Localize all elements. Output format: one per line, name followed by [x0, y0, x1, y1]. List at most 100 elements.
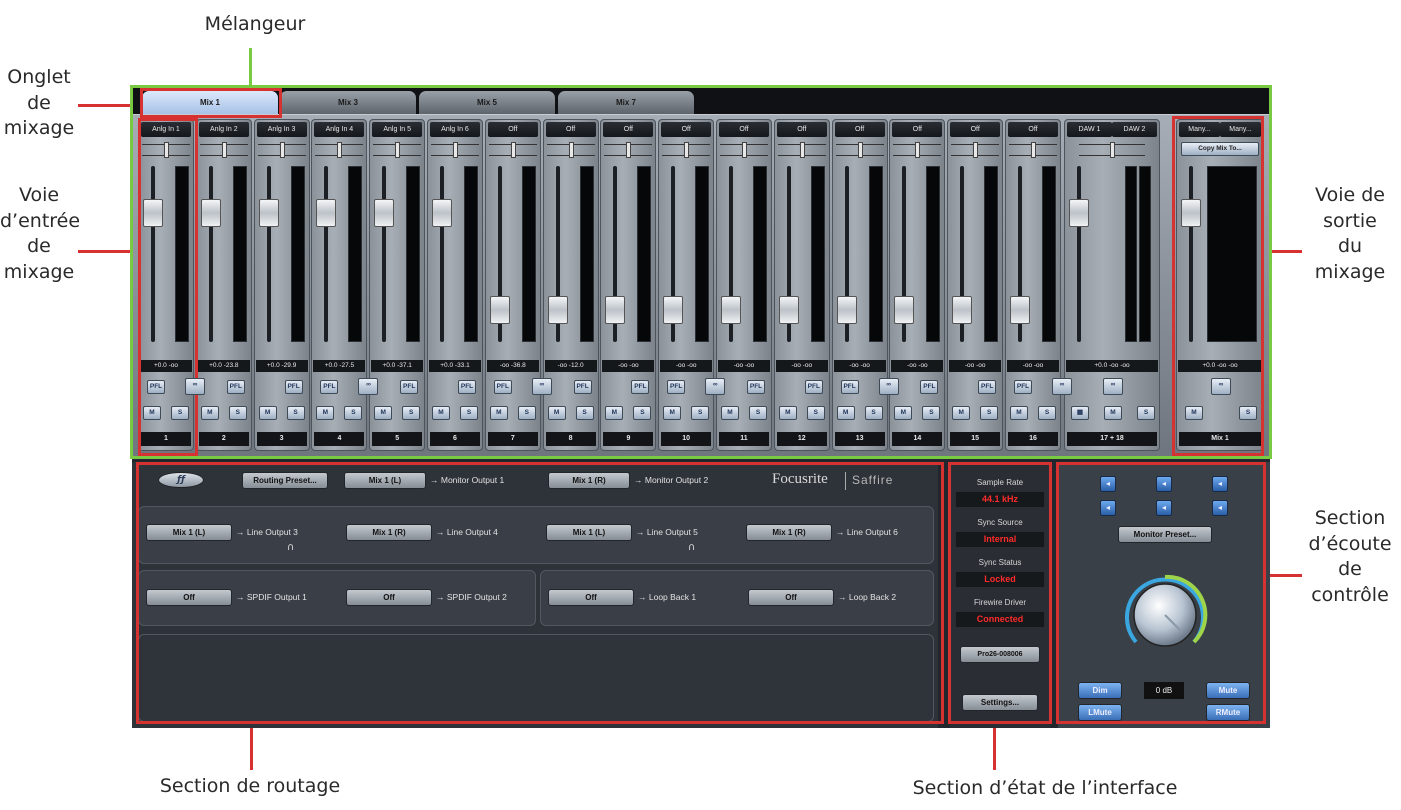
- pan-knob[interactable]: [626, 142, 632, 158]
- mute-button[interactable]: M: [894, 406, 913, 420]
- grid-icon[interactable]: ▦: [1071, 406, 1089, 420]
- solo-button[interactable]: S: [575, 406, 594, 420]
- mute-button[interactable]: M: [200, 406, 219, 420]
- pan-slider[interactable]: [1079, 142, 1145, 158]
- mute-button[interactable]: M: [952, 406, 971, 420]
- mute-button[interactable]: M: [1185, 406, 1203, 420]
- fader-handle[interactable]: [663, 296, 684, 325]
- pfl-button[interactable]: PFL: [840, 380, 859, 394]
- channel-source-select[interactable]: Off: [834, 122, 885, 137]
- solo-button[interactable]: S: [228, 406, 247, 420]
- tab-mix-3[interactable]: Mix 3: [280, 91, 416, 114]
- channel-source-select[interactable]: Anlg In 5: [372, 122, 423, 137]
- pan-knob[interactable]: [1031, 142, 1036, 158]
- pfl-button[interactable]: PFL: [458, 380, 476, 394]
- mute-button[interactable]: M: [489, 406, 508, 420]
- solo-button[interactable]: S: [1137, 406, 1155, 420]
- pan-slider[interactable]: [373, 142, 422, 158]
- mute-button[interactable]: M: [836, 406, 855, 420]
- settings-button[interactable]: Settings...: [962, 694, 1038, 711]
- pfl-button[interactable]: PFL: [667, 380, 686, 394]
- solo-button[interactable]: S: [286, 406, 305, 420]
- sample-rate-value[interactable]: 44.1 kHz: [956, 492, 1044, 507]
- pfl-button[interactable]: PFL: [400, 380, 419, 394]
- pfl-button[interactable]: PFL: [573, 380, 592, 394]
- stereo-link-button[interactable]: ∞: [878, 378, 899, 395]
- mute-button[interactable]: M: [374, 406, 393, 420]
- solo-button[interactable]: S: [171, 406, 189, 420]
- mute-button[interactable]: M: [605, 406, 624, 420]
- pan-knob[interactable]: [799, 142, 805, 158]
- pan-knob[interactable]: [453, 142, 458, 158]
- channel-source-select[interactable]: Off: [1008, 122, 1058, 137]
- stereo-link-button[interactable]: ∞: [185, 378, 205, 395]
- pan-slider[interactable]: [835, 142, 884, 158]
- mix-source-select-2[interactable]: Many...: [1220, 122, 1261, 137]
- fader-handle[interactable]: [836, 296, 857, 325]
- channel-source-select[interactable]: Anlg In 2: [198, 122, 249, 137]
- left-mute-button[interactable]: LMute: [1078, 704, 1122, 721]
- pan-slider[interactable]: [777, 142, 826, 158]
- fader-handle[interactable]: [200, 198, 221, 227]
- mute-button[interactable]: M: [1010, 406, 1028, 420]
- solo-button[interactable]: S: [691, 406, 710, 420]
- pan-knob[interactable]: [1110, 142, 1115, 158]
- pan-slider[interactable]: [315, 142, 364, 158]
- line-output-5-source[interactable]: Mix 1 (L): [546, 524, 632, 541]
- copy-mix-to-button[interactable]: Copy Mix To...: [1181, 142, 1259, 156]
- fader-handle[interactable]: [605, 296, 626, 325]
- pan-knob[interactable]: [684, 142, 690, 158]
- pfl-button[interactable]: PFL: [1014, 380, 1032, 394]
- pfl-button[interactable]: PFL: [804, 380, 823, 394]
- pfl-button[interactable]: PFL: [493, 380, 512, 394]
- monitor-4-button[interactable]: ◂: [1100, 500, 1116, 516]
- stereo-link-button[interactable]: ∞: [1211, 378, 1231, 395]
- channel-source-select[interactable]: Off: [892, 122, 943, 137]
- pan-knob[interactable]: [164, 142, 169, 158]
- channel-source-select[interactable]: Anlg In 4: [314, 122, 365, 137]
- tab-mix-1[interactable]: Mix 1: [142, 91, 278, 114]
- pan-knob[interactable]: [973, 142, 979, 158]
- channel-source-select[interactable]: Anlg In 1: [141, 122, 191, 137]
- dim-button[interactable]: Dim: [1078, 682, 1122, 699]
- stereo-link-button[interactable]: ∞: [531, 378, 552, 395]
- sync-source-value[interactable]: Internal: [956, 532, 1044, 547]
- pan-knob[interactable]: [915, 142, 921, 158]
- mute-button[interactable]: M: [316, 406, 335, 420]
- fader-handle[interactable]: [952, 296, 973, 325]
- pan-knob[interactable]: [510, 142, 516, 158]
- pfl-button[interactable]: PFL: [284, 380, 303, 394]
- pan-slider[interactable]: [1009, 142, 1057, 158]
- mute-button[interactable]: Mute: [1206, 682, 1250, 699]
- channel-source-select[interactable]: Anlg In 3: [256, 122, 307, 137]
- fader-handle[interactable]: [1181, 198, 1201, 227]
- loop-back-1-source[interactable]: Off: [548, 589, 634, 606]
- fader-handle[interactable]: [1069, 198, 1089, 227]
- pan-slider[interactable]: [546, 142, 595, 158]
- monitor-volume-knob[interactable]: [1120, 570, 1210, 660]
- routing-preset-button[interactable]: Routing Preset...: [242, 472, 328, 489]
- fader-handle[interactable]: [316, 198, 337, 227]
- mix-source-select-1[interactable]: Many...: [1179, 122, 1220, 137]
- mute-button[interactable]: M: [1104, 406, 1122, 420]
- pfl-button[interactable]: PFL: [978, 380, 997, 394]
- line-output-3-source[interactable]: Mix 1 (L): [146, 524, 232, 541]
- monitor-output-2-source[interactable]: Mix 1 (R): [548, 472, 630, 489]
- loop-back-2-source[interactable]: Off: [748, 589, 834, 606]
- pan-knob[interactable]: [221, 142, 227, 158]
- fader-handle[interactable]: [1010, 296, 1030, 325]
- mute-button[interactable]: M: [721, 406, 739, 420]
- mute-button[interactable]: M: [258, 406, 277, 420]
- tab-mix-5[interactable]: Mix 5: [419, 91, 555, 114]
- fader-handle[interactable]: [721, 296, 741, 325]
- fader-handle[interactable]: [432, 198, 452, 227]
- stereo-link-button[interactable]: ∞: [1103, 378, 1123, 395]
- solo-button[interactable]: S: [922, 406, 941, 420]
- pan-slider[interactable]: [488, 142, 537, 158]
- stereo-link-button[interactable]: ∞: [705, 378, 726, 395]
- channel-source-select[interactable]: Anlg In 6: [430, 122, 480, 137]
- pfl-button[interactable]: PFL: [747, 380, 765, 394]
- mute-button[interactable]: M: [547, 406, 566, 420]
- solo-button[interactable]: S: [980, 406, 999, 420]
- monitor-2-button[interactable]: ◂: [1156, 476, 1172, 492]
